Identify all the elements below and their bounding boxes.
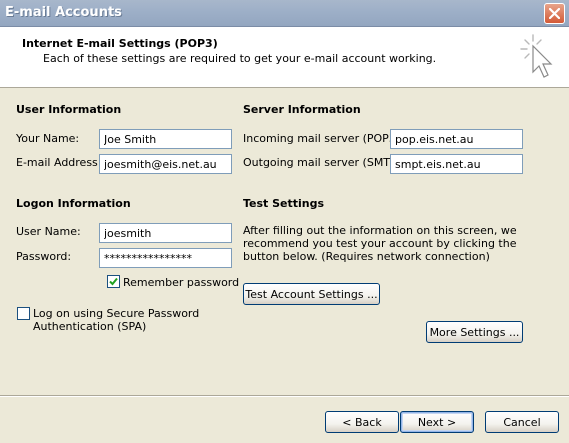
- email-address-label: E-mail Address:: [16, 156, 102, 169]
- email-accounts-dialog: E-mail Accounts Internet E-mail Settings…: [0, 0, 569, 443]
- test-account-settings-button[interactable]: Test Account Settings ...: [243, 283, 380, 305]
- cancel-button[interactable]: Cancel: [485, 411, 559, 433]
- remember-password-label: Remember password: [123, 276, 240, 289]
- close-button[interactable]: [544, 3, 565, 24]
- server-info-heading: Server Information: [243, 103, 361, 116]
- password-field[interactable]: [99, 248, 232, 268]
- outgoing-server-label: Outgoing mail server (SMTP):: [243, 156, 405, 169]
- password-label: Password:: [16, 250, 72, 263]
- user-name-label: User Name:: [16, 225, 81, 238]
- test-settings-note-line2: recommend you test your account by click…: [243, 237, 517, 250]
- spa-label-line2: Authentication (SPA): [33, 320, 147, 333]
- spa-checkbox[interactable]: [17, 307, 30, 320]
- your-name-label: Your Name:: [16, 132, 80, 145]
- your-name-field[interactable]: [99, 129, 232, 149]
- user-name-field[interactable]: [99, 223, 232, 243]
- next-button[interactable]: Next >: [400, 411, 474, 433]
- checkmark-icon: [109, 277, 118, 286]
- title-bar[interactable]: E-mail Accounts: [0, 0, 569, 27]
- outgoing-server-field[interactable]: [390, 154, 523, 174]
- back-button[interactable]: < Back: [325, 411, 399, 433]
- test-settings-note-line3: button below. (Requires network connecti…: [243, 250, 490, 263]
- more-settings-button[interactable]: More Settings ...: [426, 321, 523, 343]
- close-icon: [549, 8, 560, 19]
- user-info-heading: User Information: [16, 103, 122, 116]
- incoming-server-field[interactable]: [390, 129, 523, 149]
- window-title: E-mail Accounts: [5, 5, 122, 20]
- cursor-sparkle-icon: [520, 34, 553, 78]
- footer-separator: [0, 395, 569, 397]
- header-subtitle: Each of these settings are required to g…: [43, 52, 437, 65]
- test-settings-note-line1: After filling out the information on thi…: [243, 224, 517, 237]
- email-address-field[interactable]: [99, 154, 232, 174]
- header-title: Internet E-mail Settings (POP3): [22, 37, 218, 50]
- incoming-server-label: Incoming mail server (POP3):: [243, 132, 404, 145]
- test-settings-heading: Test Settings: [243, 197, 325, 210]
- logon-info-heading: Logon Information: [16, 197, 131, 210]
- spa-label-line1: Log on using Secure Password: [33, 307, 200, 320]
- remember-password-checkbox[interactable]: [107, 275, 120, 288]
- wizard-header: Internet E-mail Settings (POP3) Each of …: [0, 27, 569, 88]
